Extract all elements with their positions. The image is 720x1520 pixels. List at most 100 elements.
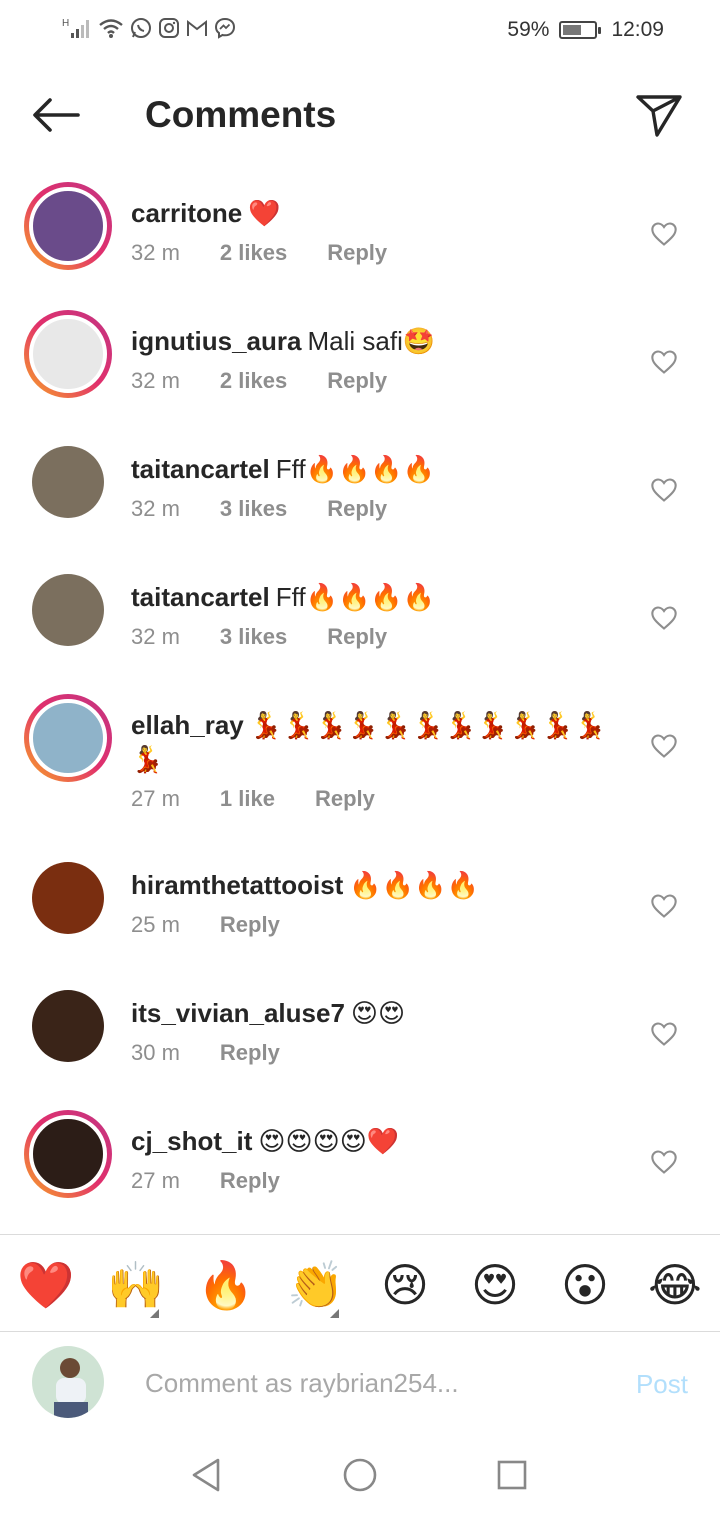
comment-body: hiramthetattooist 🔥🔥🔥🔥 25 m Reply: [131, 868, 611, 938]
emoji-shortcut[interactable]: 😂: [647, 1257, 703, 1313]
comment-username[interactable]: cj_shot_it: [131, 1126, 252, 1156]
comment-text: carritone ❤️: [131, 196, 611, 230]
status-icons: H: [62, 16, 236, 40]
comment-meta: 32 m 3 likes Reply: [131, 496, 611, 522]
signal-h-icon: H: [62, 18, 89, 38]
like-heart-icon[interactable]: [650, 732, 678, 760]
emoji-shortcut[interactable]: 😮: [557, 1257, 613, 1313]
comment-text: hiramthetattooist 🔥🔥🔥🔥: [131, 868, 611, 902]
comment-time: 30 m: [131, 1040, 180, 1065]
comment-username[interactable]: hiramthetattooist: [131, 870, 343, 900]
avatar-story-ring[interactable]: [24, 182, 112, 270]
reply-button[interactable]: Reply: [327, 624, 387, 650]
comment-likes[interactable]: 3 likes: [220, 496, 287, 522]
triangle-back-icon: [192, 1458, 220, 1492]
avatar: [32, 990, 104, 1062]
comment-likes[interactable]: 2 likes: [220, 240, 287, 266]
comment-body: cj_shot_it 😍😍😍😍❤️ 27 m Reply: [131, 1124, 611, 1194]
reply-button[interactable]: Reply: [220, 1040, 280, 1066]
emoji-shortcut[interactable]: 🔥: [197, 1257, 254, 1313]
comment-username[interactable]: carritone: [131, 198, 242, 228]
emoji-shortcut[interactable]: 👏: [287, 1257, 344, 1313]
avatar-wrap[interactable]: [24, 566, 112, 654]
comment-username[interactable]: ellah_ray: [131, 710, 244, 740]
comment-likes[interactable]: 1 like: [220, 786, 275, 812]
comment-username[interactable]: taitancartel: [131, 454, 270, 484]
emoji-shortcut[interactable]: 🙌: [107, 1257, 164, 1313]
comment-input[interactable]: [145, 1363, 585, 1403]
arrow-left-icon: [33, 98, 80, 132]
comment-message: Mali safi🤩: [307, 326, 436, 356]
comment-message: 🔥🔥🔥🔥: [349, 870, 479, 900]
emoji-shortcut[interactable]: 😍: [467, 1257, 523, 1313]
comment-meta: 30 m Reply: [131, 1040, 611, 1066]
avatar: [29, 315, 107, 393]
avatar: [29, 1115, 107, 1193]
emoji-shortcut[interactable]: 😢: [377, 1257, 433, 1313]
paper-plane-icon: [636, 95, 682, 137]
nav-home-button[interactable]: [340, 1455, 380, 1495]
battery-icon: [559, 21, 602, 39]
clock: 12:09: [611, 18, 664, 41]
status-right: 59% 12:09: [507, 18, 664, 42]
comment-message: 😍😍😍😍❤️: [258, 1126, 400, 1156]
messenger-icon: [214, 17, 236, 39]
avatar-story-ring[interactable]: [24, 1110, 112, 1198]
like-heart-icon[interactable]: [650, 476, 678, 504]
status-bar: H 59% 12:09: [0, 0, 720, 62]
avatar-story-ring[interactable]: [24, 694, 112, 782]
reply-button[interactable]: Reply: [327, 496, 387, 522]
reply-button[interactable]: Reply: [220, 912, 280, 938]
emoji-shortcut[interactable]: ❤️: [17, 1257, 74, 1313]
circle-home-icon: [343, 1458, 377, 1492]
comment-time: 32 m: [131, 368, 180, 393]
nav-back-button[interactable]: [186, 1455, 226, 1495]
battery-percent: 59%: [507, 18, 550, 41]
comment-meta: 25 m Reply: [131, 912, 611, 938]
comment-username[interactable]: its_vivian_aluse7: [131, 998, 345, 1028]
emoji-quick-bar: ❤️ 🙌 🔥 👏 😢 😍 😮 😂: [0, 1234, 720, 1332]
post-button[interactable]: Post: [636, 1369, 688, 1400]
like-heart-icon[interactable]: [650, 220, 678, 248]
comment-meta: 32 m 2 likes Reply: [131, 240, 611, 266]
like-heart-icon[interactable]: [650, 348, 678, 376]
comment-message: Fff🔥🔥🔥🔥: [275, 454, 436, 484]
avatar-story-ring[interactable]: [24, 310, 112, 398]
comment-message: Fff🔥🔥🔥🔥: [275, 582, 436, 612]
whatsapp-icon: [131, 18, 151, 38]
avatar-wrap[interactable]: [24, 854, 112, 942]
like-heart-icon[interactable]: [650, 1148, 678, 1176]
page-title: Comments: [145, 94, 337, 135]
like-heart-icon[interactable]: [650, 892, 678, 920]
comment-time: 27 m: [131, 1168, 180, 1193]
system-nav-bar: [0, 1437, 720, 1520]
avatar: [32, 446, 104, 518]
reply-button[interactable]: Reply: [315, 786, 375, 812]
reply-button[interactable]: Reply: [327, 240, 387, 266]
avatar: [29, 699, 107, 777]
comment-username[interactable]: ignutius_aura: [131, 326, 301, 356]
nav-recents-button[interactable]: [492, 1455, 532, 1495]
avatar-wrap[interactable]: [24, 982, 112, 1070]
share-button[interactable]: [632, 88, 686, 142]
instagram-icon: [159, 18, 179, 38]
comment-text: taitancartel Fff🔥🔥🔥🔥: [131, 580, 611, 614]
like-heart-icon[interactable]: [650, 1020, 678, 1048]
comment-message: ❤️: [248, 198, 281, 228]
comment-body: its_vivian_aluse7 😍😍 30 m Reply: [131, 996, 611, 1066]
reply-button[interactable]: Reply: [327, 368, 387, 394]
comment-text: ellah_ray 💃💃💃💃💃💃💃💃💃💃💃💃: [131, 708, 611, 776]
comment-likes[interactable]: 2 likes: [220, 368, 287, 394]
square-recents-icon: [497, 1460, 527, 1490]
back-button[interactable]: [28, 90, 84, 140]
avatar: [32, 862, 104, 934]
comment-likes[interactable]: 3 likes: [220, 624, 287, 650]
comment-body: ellah_ray 💃💃💃💃💃💃💃💃💃💃💃💃 27 m 1 like Reply: [131, 708, 611, 812]
reply-button[interactable]: Reply: [220, 1168, 280, 1194]
like-heart-icon[interactable]: [650, 604, 678, 632]
avatar: [32, 574, 104, 646]
avatar-wrap[interactable]: [24, 438, 112, 526]
comment-message: 😍😍: [350, 998, 406, 1028]
comment-username[interactable]: taitancartel: [131, 582, 270, 612]
comment-time: 25 m: [131, 912, 180, 937]
